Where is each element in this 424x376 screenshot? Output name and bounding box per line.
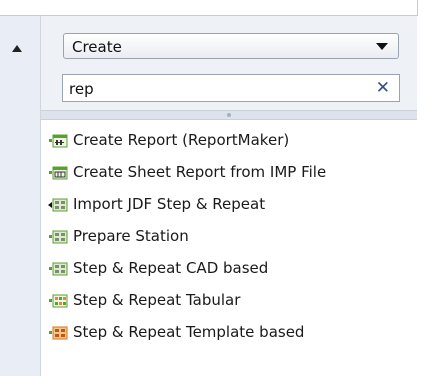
tool-panel-window: Create rep ✕ Create Report (ReportMaker) [0,0,424,376]
category-dropdown-value: Create [72,38,122,56]
sheet-report-icon [49,166,68,180]
splitter-grip-icon [227,113,231,117]
list-item-label: Create Sheet Report from IMP File [73,163,327,181]
list-item-label: Step & Repeat CAD based [73,259,269,277]
list-item-prepare-station[interactable]: Prepare Station [41,222,417,252]
category-dropdown[interactable]: Create [63,33,399,59]
panel-splitter[interactable] [41,110,417,120]
list-item-step-repeat-tabular[interactable]: Step & Repeat Tabular [41,286,417,316]
list-item-label: Create Report (ReportMaker) [73,131,290,149]
list-item-step-repeat-cad[interactable]: Step & Repeat CAD based [41,254,417,284]
report-icon [49,134,68,148]
import-step-repeat-icon [48,198,68,212]
list-item-create-sheet-report[interactable]: Create Sheet Report from IMP File [41,158,417,188]
triangle-up-icon[interactable] [12,45,22,52]
close-icon[interactable]: ✕ [376,78,390,98]
list-item-label: Prepare Station [73,227,189,245]
step-repeat-grid-icon [49,230,68,244]
list-item-import-jdf[interactable]: Import JDF Step & Repeat [41,190,417,220]
right-border [417,0,424,376]
search-input[interactable]: rep ✕ [62,74,400,102]
list-item-label: Step & Repeat Template based [73,323,305,341]
list-item-step-repeat-template[interactable]: Step & Repeat Template based [41,318,417,348]
list-item-create-report[interactable]: Create Report (ReportMaker) [41,126,417,156]
list-item-label: Import JDF Step & Repeat [73,195,266,213]
step-repeat-grid-icon [49,262,68,276]
search-input-value: rep [69,80,94,98]
step-repeat-template-icon [49,326,68,340]
step-repeat-tabular-icon [49,294,68,308]
list-item-label: Step & Repeat Tabular [73,291,241,309]
top-strip [0,0,424,15]
panel-gutter [0,15,40,376]
chevron-down-icon [376,43,388,50]
